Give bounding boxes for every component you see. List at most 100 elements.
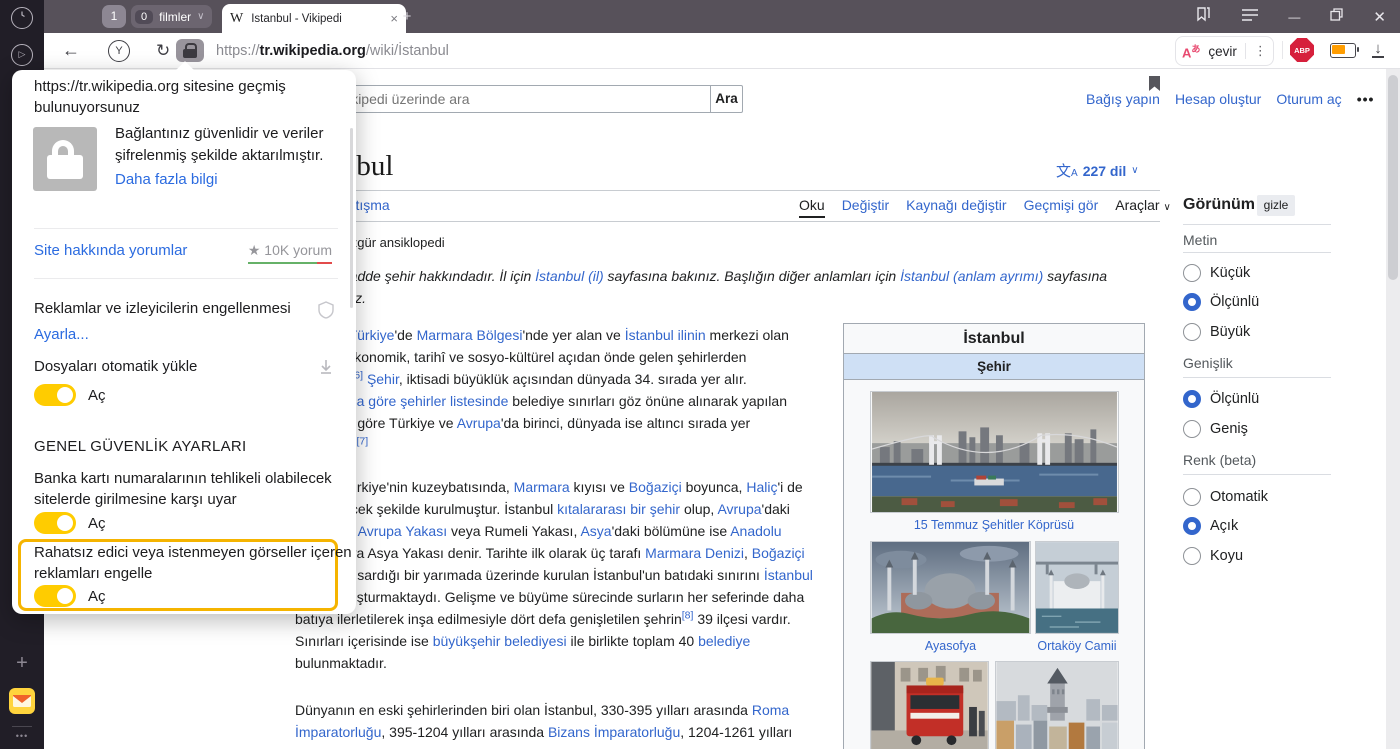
address-url[interactable]: https://tr.wikipedia.org/wiki/İstanbul	[216, 33, 449, 68]
reference-link[interactable]: [8]	[682, 609, 694, 621]
wiki-link[interactable]: Avrupa	[717, 501, 761, 517]
tab-tools[interactable]: Araçlar ∨	[1115, 197, 1171, 218]
yandex-mail-icon[interactable]	[0, 688, 44, 719]
radio-color-light[interactable]: Açık	[1183, 515, 1238, 537]
kebab-icon[interactable]: ⋮	[1254, 43, 1267, 59]
close-tab-icon[interactable]: ×	[390, 11, 398, 26]
radio-icon-selected[interactable]	[1183, 293, 1201, 311]
donate-link[interactable]: Bağış yapın	[1086, 91, 1160, 107]
block-images-toggle[interactable]	[34, 585, 76, 607]
active-tab[interactable]: W İstanbul - Vikipedi ×	[222, 4, 406, 33]
wiki-link[interactable]: Haliç	[746, 479, 777, 495]
site-lock-badge[interactable]	[176, 39, 204, 62]
bookmarks-panel-icon[interactable]	[1194, 6, 1212, 27]
site-rating[interactable]: ★ 10K yorum	[248, 242, 332, 259]
wiki-link[interactable]: Roma	[752, 702, 789, 718]
radio-color-auto[interactable]: Otomatik	[1183, 486, 1268, 508]
close-window-button[interactable]: ✕	[1373, 8, 1386, 26]
card-warning-toggle[interactable]	[34, 512, 76, 534]
tab-edit-source[interactable]: Kaynağı değiştir	[906, 197, 1006, 218]
wiki-link[interactable]: İstanbul (il)	[535, 268, 603, 284]
login-link[interactable]: Oturum aç	[1276, 91, 1341, 107]
hide-button[interactable]: gizle	[1257, 195, 1295, 216]
article-line: Dünyanın en eski şehirlerinden biri olan…	[295, 700, 789, 720]
radio-icon[interactable]	[1183, 488, 1201, 506]
download-icon[interactable]: ↓	[1372, 33, 1384, 68]
wiki-link[interactable]: belediye	[698, 633, 750, 649]
radio-width-wide[interactable]: Geniş	[1183, 418, 1248, 440]
wiki-link[interactable]: Boğaziçi	[629, 479, 682, 495]
create-account-link[interactable]: Hesap oluştur	[1175, 91, 1261, 107]
browser-logo-icon[interactable]: Y	[108, 33, 130, 68]
more-info-link[interactable]: Daha fazla bilgi	[115, 171, 218, 188]
wiki-link[interactable]: büyükşehir belediyesi	[433, 633, 567, 649]
image-caption[interactable]: 15 Temmuz Şehitler Köprüsü	[844, 518, 1144, 532]
language-selector[interactable]: 文A 227 dil ∨	[1056, 160, 1139, 181]
more-options-icon[interactable]: •••	[1357, 91, 1375, 107]
autoload-toggle[interactable]	[34, 384, 76, 406]
wiki-link[interactable]: kıtalararası bir şehir	[557, 501, 680, 517]
ortakoy-photo[interactable]	[1035, 541, 1119, 634]
radio-icon[interactable]	[1183, 547, 1201, 565]
radio-icon[interactable]	[1183, 420, 1201, 438]
article-line: çevreleyecek şekilde kurulmuştur. İstanb…	[291, 499, 790, 519]
image-caption[interactable]: Ortaköy Camii	[1035, 639, 1119, 653]
tab-read[interactable]: Oku	[799, 197, 825, 218]
search-button[interactable]: Ara	[710, 85, 743, 113]
wiki-link[interactable]: İmparatorluğu	[295, 724, 381, 740]
more-dots-icon[interactable]: •••	[0, 731, 44, 741]
tab-group-filmler[interactable]: 0 filmler ∨	[131, 5, 212, 28]
tab-history[interactable]: Geçmişi gör	[1024, 197, 1099, 218]
browser-window: ▷ + ••• 1 0 filmler ∨ W İstanbul - Vikip…	[0, 0, 1400, 749]
image-caption[interactable]: Ayasofya	[870, 639, 1031, 653]
url-scheme: https://	[216, 43, 260, 59]
tab-counter-badge[interactable]: 1	[102, 5, 126, 28]
configure-link[interactable]: Ayarla...	[34, 326, 89, 343]
wiki-link[interactable]: Avrupa	[457, 415, 501, 431]
wiki-link[interactable]: Asya	[580, 523, 611, 539]
radio-icon[interactable]	[1183, 264, 1201, 282]
wiki-link[interactable]: Marmara	[514, 479, 570, 495]
page-scrollbar-thumb[interactable]	[1388, 75, 1398, 280]
tab-edit[interactable]: Değiştir	[842, 197, 889, 218]
wiki-link[interactable]: İstanbul (anlam ayrımı)	[900, 268, 1043, 284]
radio-text-small[interactable]: Küçük	[1183, 262, 1250, 284]
radio-color-dark[interactable]: Koyu	[1183, 545, 1243, 567]
wiki-link[interactable]: Bizans İmparatorluğu	[548, 724, 680, 740]
site-reviews-link[interactable]: Site hakkında yorumlar	[34, 242, 187, 259]
back-button[interactable]: ←	[62, 33, 80, 68]
wiki-link[interactable]: İstanbul ilinin	[625, 327, 706, 343]
wiki-link[interactable]: Şehir	[367, 371, 399, 387]
popup-scrollbar[interactable]	[350, 128, 353, 308]
add-panel-button[interactable]: +	[0, 652, 44, 675]
radio-text-standard[interactable]: Ölçünlü	[1183, 291, 1259, 313]
radio-icon[interactable]	[1183, 323, 1201, 341]
refresh-button[interactable]: ↻	[156, 33, 170, 68]
abp-extension-icon[interactable]: ABP	[1290, 38, 1314, 62]
wiki-link[interactable]: Anadolu	[730, 523, 781, 539]
radio-icon-selected[interactable]	[1183, 517, 1201, 535]
radio-width-standard[interactable]: Ölçünlü	[1183, 388, 1259, 410]
wiki-link[interactable]: Marmara Denizi	[645, 545, 744, 561]
battery-icon[interactable]	[1330, 43, 1356, 58]
sidebar-panel-icon[interactable]: ▷	[0, 44, 44, 66]
radio-icon-selected[interactable]	[1183, 390, 1201, 408]
ayasofya-photo[interactable]	[870, 541, 1031, 634]
galata-photo[interactable]	[995, 661, 1119, 749]
translate-button[interactable]: çevir	[1208, 44, 1237, 59]
tram-photo[interactable]	[870, 661, 989, 749]
history-clock-icon[interactable]	[0, 7, 44, 29]
wiki-link[interactable]: Marmara Bölgesi	[417, 327, 523, 343]
radio-text-large[interactable]: Büyük	[1183, 321, 1250, 343]
new-tab-button[interactable]: +	[398, 8, 416, 26]
bridge-photo[interactable]	[870, 391, 1119, 513]
wiki-link[interactable]: Avrupa Yakası	[358, 523, 448, 539]
restore-button[interactable]	[1330, 8, 1343, 26]
wiki-link[interactable]: İstanbul	[764, 567, 813, 583]
bookmark-icon[interactable]	[1148, 75, 1161, 92]
menu-icon[interactable]	[1242, 8, 1258, 26]
wiki-link[interactable]: Boğaziçi	[752, 545, 805, 561]
minimize-button[interactable]: —	[1288, 10, 1300, 24]
search-input[interactable]	[300, 85, 710, 113]
reference-link[interactable]: [7]	[356, 435, 368, 447]
